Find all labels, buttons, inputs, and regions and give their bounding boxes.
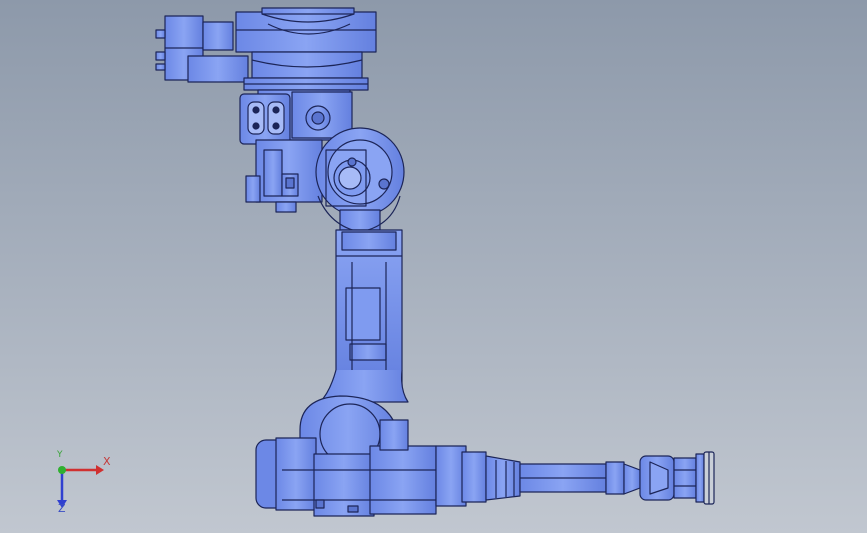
y-axis-origin	[58, 466, 66, 474]
robot-lower-arm[interactable]	[319, 229, 409, 403]
y-axis-label: Y	[57, 450, 63, 460]
robot-base[interactable]	[155, 7, 377, 91]
x-axis-label: X	[103, 455, 111, 468]
z-axis-label: Z	[58, 502, 66, 515]
robot-forearm[interactable]	[435, 445, 641, 507]
robot-arm-model[interactable]	[155, 7, 715, 517]
robot-turret[interactable]	[239, 89, 405, 233]
triad-axes-graphic	[57, 464, 104, 508]
robot-elbow[interactable]	[255, 395, 437, 517]
coordinate-triad: X Y Z	[44, 448, 124, 520]
cad-viewport[interactable]	[0, 0, 867, 533]
robot-wrist[interactable]	[639, 451, 715, 505]
